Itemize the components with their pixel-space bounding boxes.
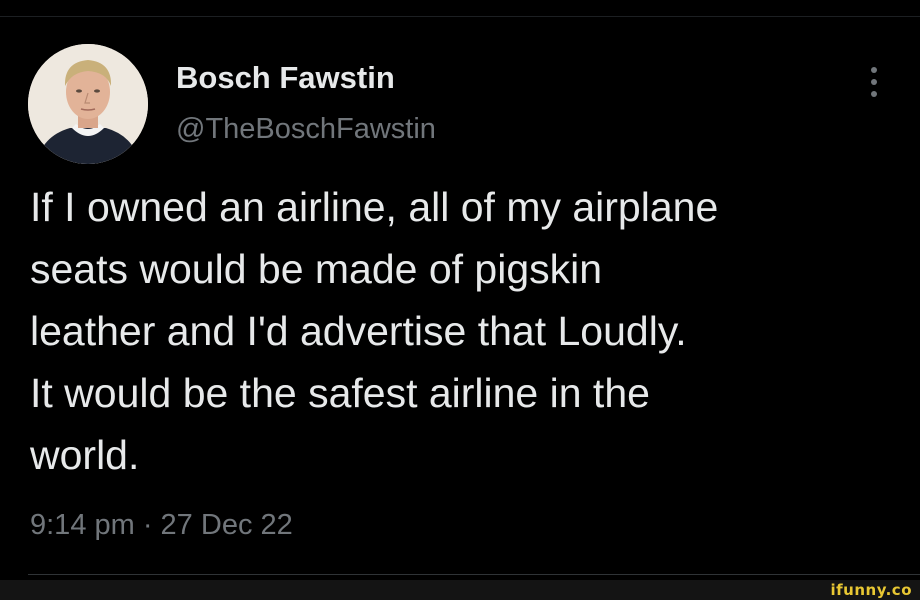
bottom-divider — [28, 574, 920, 575]
ifunny-watermark: ifunny.co — [830, 581, 912, 599]
tweet-timestamp[interactable]: 9:14 pm · 27 Dec 22 — [30, 509, 293, 542]
tweet-text: If I owned an airline, all of my airplan… — [30, 184, 719, 478]
vertical-ellipsis-icon — [871, 91, 877, 97]
author-display-name[interactable]: Bosch Fawstin — [176, 60, 395, 96]
avatar[interactable] — [28, 44, 148, 164]
author-handle[interactable]: @TheBoschFawstin — [176, 113, 436, 146]
tweet-card: Bosch Fawstin @TheBoschFawstin If I owne… — [0, 0, 920, 600]
vertical-ellipsis-icon — [871, 79, 877, 85]
watermark-strip — [0, 580, 920, 600]
profile-photo-icon — [28, 44, 148, 164]
vertical-ellipsis-icon — [871, 67, 877, 73]
more-options-button[interactable] — [864, 64, 884, 100]
